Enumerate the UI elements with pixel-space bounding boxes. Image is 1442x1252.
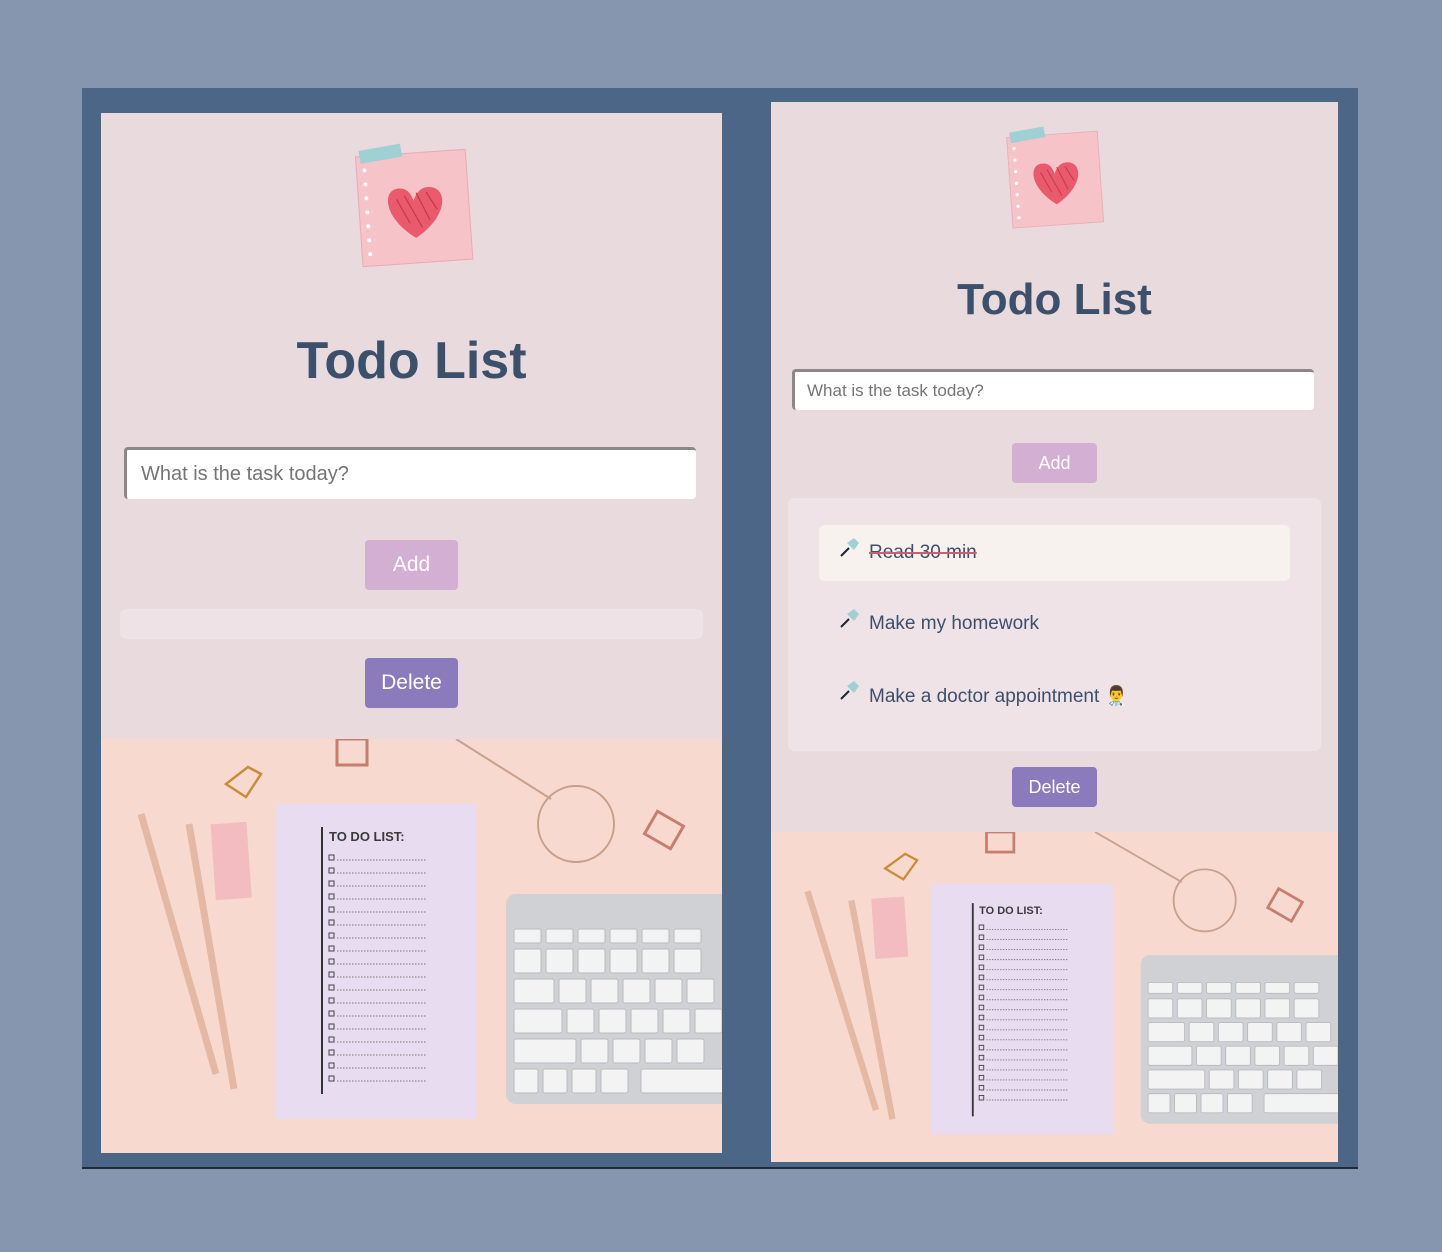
photo-caption: TO DO LIST:: [329, 829, 405, 844]
task-list: [120, 609, 703, 639]
page-title: Todo List: [296, 332, 527, 390]
pin-icon: [840, 538, 859, 557]
task-list: Read 30 min Make my homework Make a doct…: [788, 498, 1321, 751]
right-screen: Todo List Add Read 30 min Make my homewo…: [771, 102, 1338, 1162]
heart-sticky-note-icon: [354, 143, 474, 268]
task-item-3[interactable]: Make a doctor appointment 👨‍⚕️: [819, 668, 1290, 724]
pin-icon: [840, 609, 859, 628]
desk-photo: TO DO LIST:: [101, 739, 722, 1153]
task-text: Make a doctor appointment 👨‍⚕️: [869, 686, 1129, 707]
left-screen: Todo List Add Delete TO DO LIST:: [101, 113, 722, 1153]
add-button[interactable]: Add: [365, 540, 458, 590]
heart-sticky-note-icon: [1006, 126, 1105, 229]
task-item-1[interactable]: Read 30 min: [819, 525, 1290, 581]
frame-bottom-line: [82, 1167, 1358, 1169]
page-title: Todo List: [957, 275, 1152, 324]
pin-icon: [840, 681, 859, 700]
photo-caption: TO DO LIST:: [979, 905, 1043, 917]
task-input[interactable]: [792, 369, 1314, 410]
delete-button[interactable]: Delete: [365, 658, 458, 708]
task-text: Make my homework: [869, 613, 1039, 634]
task-text: Read 30 min: [869, 542, 977, 563]
task-item-2[interactable]: Make my homework: [819, 596, 1290, 652]
delete-button[interactable]: Delete: [1012, 767, 1097, 807]
task-input[interactable]: [124, 447, 696, 499]
add-button[interactable]: Add: [1012, 443, 1097, 483]
desk-photo: TO DO LIST:: [771, 832, 1338, 1162]
notepad-image: [276, 804, 476, 1119]
